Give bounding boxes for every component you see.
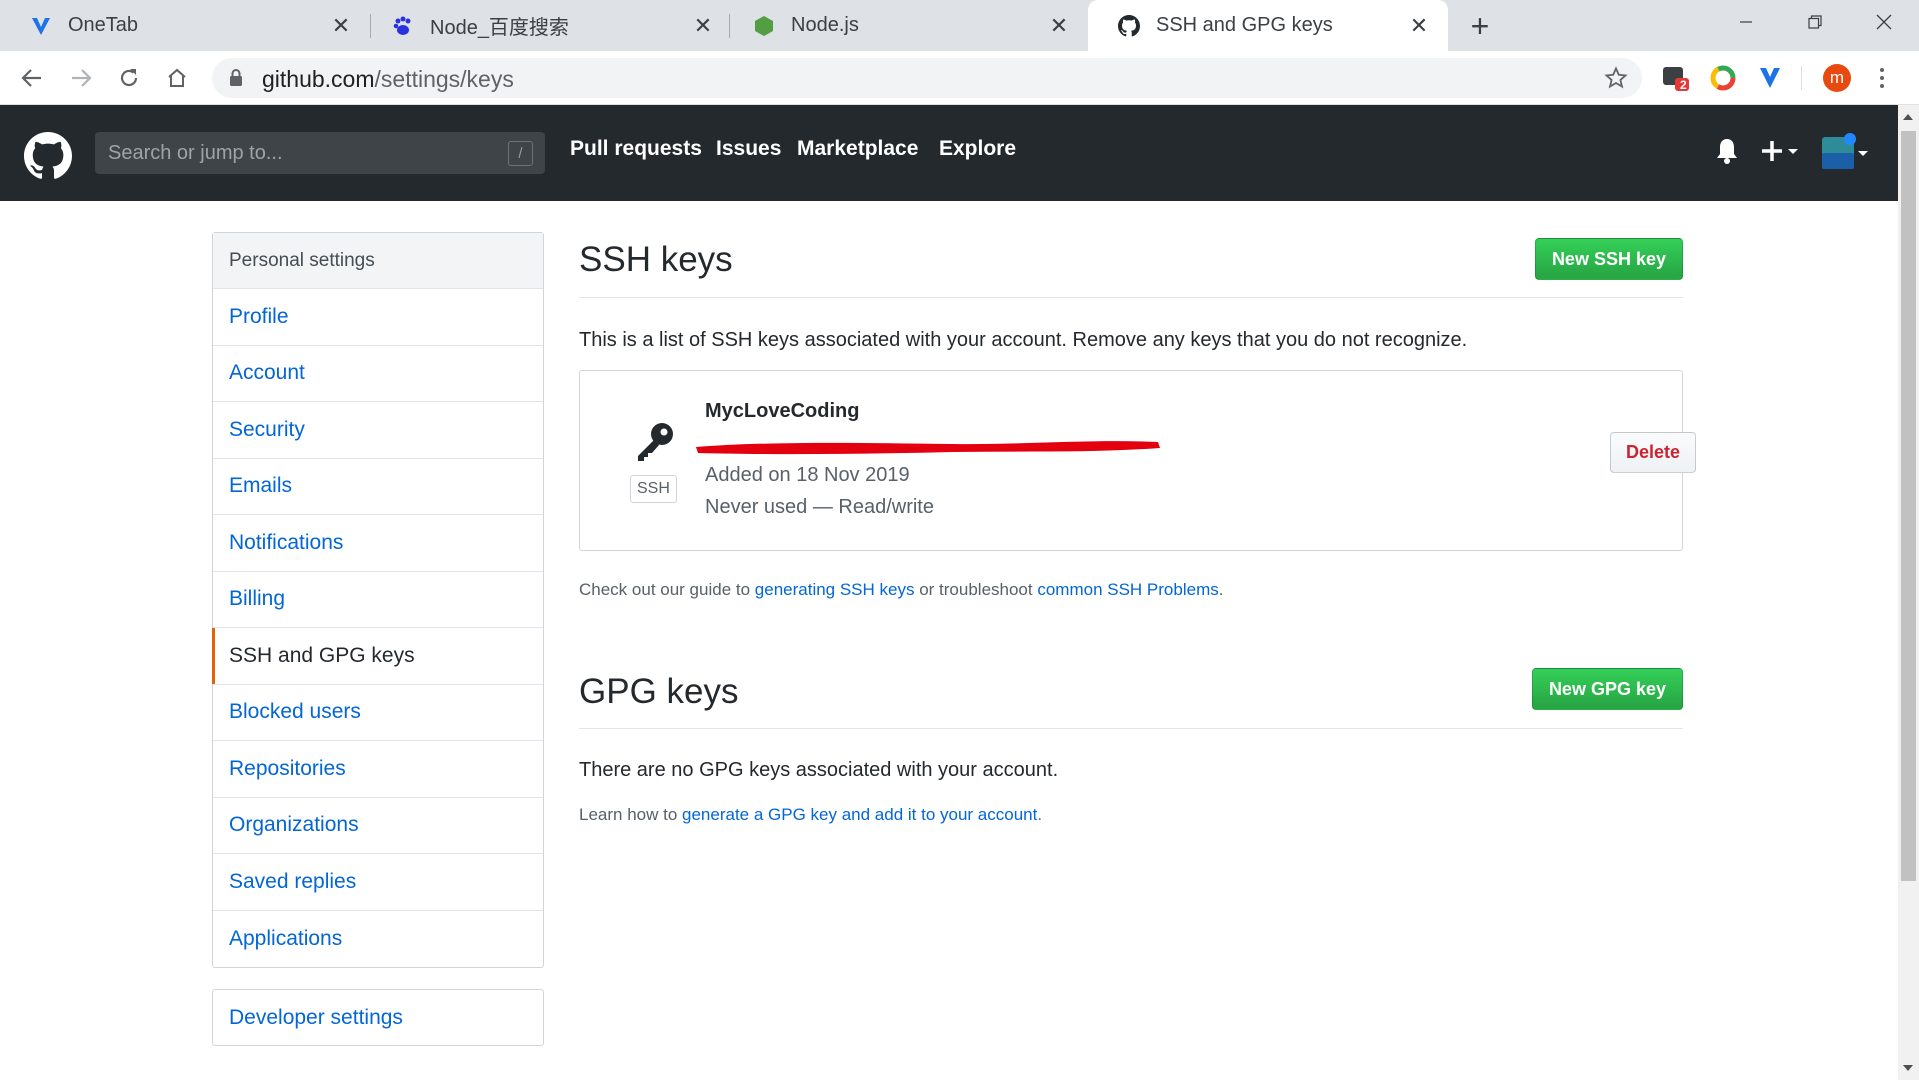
lock-icon: [228, 68, 244, 93]
ssh-keys-header: SSH keys New SSH key: [579, 232, 1683, 298]
bookmark-star-icon[interactable]: [1604, 66, 1628, 95]
create-new-plus-icon[interactable]: [1760, 133, 1802, 174]
gpg-keys-title: GPG keys: [579, 672, 739, 711]
browser-tab-strip: OneTab ✕ Node_百度搜索 ✕ Node.js ✕ SSH and G…: [0, 0, 1919, 51]
profile-initial: m: [1829, 68, 1845, 87]
sidebar-item-account[interactable]: Account: [213, 346, 543, 402]
sidebar-item-notifications[interactable]: Notifications: [213, 515, 543, 572]
tab-baidu[interactable]: Node_百度搜索 ✕: [362, 0, 732, 51]
forward-arrow-icon[interactable]: [64, 61, 98, 95]
generate-gpg-key-link[interactable]: generate a GPG key and add it to your ac…: [682, 805, 1037, 824]
window-close-icon[interactable]: [1850, 0, 1918, 44]
restore-icon[interactable]: [1781, 0, 1849, 44]
ssh-key-added-date: Added on 18 Nov 2019: [705, 464, 910, 486]
guide-middle: or troubleshoot: [914, 580, 1038, 599]
nav-pull-requests[interactable]: Pull requests: [570, 137, 702, 161]
tab-title: Node.js: [791, 14, 859, 36]
minimize-icon[interactable]: [1712, 0, 1780, 44]
baidu-paw-icon: [392, 15, 414, 37]
generating-ssh-keys-link[interactable]: generating SSH keys: [755, 580, 915, 599]
delete-ssh-key-button[interactable]: Delete: [1610, 432, 1696, 473]
profile-avatar[interactable]: m: [1823, 64, 1851, 92]
address-bar[interactable]: github.com/settings/keys: [212, 58, 1642, 98]
scroll-up-arrow-icon[interactable]: [1903, 114, 1913, 120]
back-arrow-icon[interactable]: [15, 61, 49, 95]
settings-sidebar: Personal settings Profile Account Securi…: [212, 232, 544, 968]
sidebar-item-billing[interactable]: Billing: [213, 572, 543, 628]
reload-icon[interactable]: [112, 61, 146, 95]
search-box: /: [95, 132, 545, 174]
tab-title: SSH and GPG keys: [1156, 14, 1333, 36]
sidebar-item-ssh-gpg-keys[interactable]: SSH and GPG keys: [212, 628, 543, 685]
gpg-learn-text: Learn how to generate a GPG key and add …: [579, 805, 1042, 825]
redacted-fingerprint-scribble: [692, 433, 1172, 468]
ssh-key-entry: SSH MycLoveCoding Added on 18 Nov 2019 N…: [579, 370, 1696, 551]
sidebar-item-applications[interactable]: Applications: [213, 911, 543, 968]
learn-suffix: .: [1037, 805, 1043, 824]
home-icon[interactable]: [160, 61, 194, 95]
toolbar-divider: [1801, 66, 1802, 90]
key-icon: [632, 421, 676, 468]
tab-onetab[interactable]: OneTab ✕: [0, 0, 370, 51]
sidebar-item-repositories[interactable]: Repositories: [213, 741, 543, 798]
scroll-down-arrow-icon[interactable]: [1903, 1065, 1913, 1071]
gpg-keys-empty-text: There are no GPG keys associated with yo…: [579, 759, 1059, 781]
close-icon[interactable]: ✕: [1044, 11, 1074, 41]
sidebar-item-developer-settings[interactable]: Developer settings: [212, 989, 544, 1046]
ssh-keys-description: This is a list of SSH keys associated wi…: [579, 329, 1468, 351]
guide-prefix: Check out our guide to: [579, 580, 755, 599]
extension-badge: 2: [1680, 78, 1687, 92]
github-octocat-icon: [1118, 14, 1140, 37]
url-text: github.com/settings/keys: [262, 66, 514, 93]
nav-marketplace[interactable]: Marketplace: [797, 137, 918, 161]
close-icon[interactable]: ✕: [688, 11, 718, 41]
sidebar-heading: Personal settings: [213, 233, 543, 289]
guide-suffix: .: [1218, 580, 1224, 599]
learn-prefix: Learn how to: [579, 805, 683, 824]
close-icon[interactable]: ✕: [326, 11, 356, 41]
nodejs-hexagon-icon: [753, 15, 775, 37]
nav-issues[interactable]: Issues: [716, 137, 781, 161]
new-tab-button[interactable]: +: [1462, 8, 1498, 44]
sidebar-item-saved-replies[interactable]: Saved replies: [213, 854, 543, 911]
new-gpg-key-button[interactable]: New GPG key: [1531, 668, 1683, 710]
extension-icon[interactable]: 2: [1661, 64, 1689, 92]
ssh-type-badge: SSH: [630, 475, 677, 503]
browser-menu-icon[interactable]: [1872, 64, 1892, 92]
sidebar-item-profile[interactable]: Profile: [213, 289, 543, 346]
url-host: github.com: [262, 66, 375, 92]
ssh-keys-title: SSH keys: [579, 240, 733, 279]
nav-explore[interactable]: Explore: [939, 137, 1016, 161]
sidebar-item-blocked-users[interactable]: Blocked users: [213, 685, 543, 741]
tab-ssh-gpg-keys[interactable]: SSH and GPG keys ✕: [1088, 0, 1448, 51]
ssh-key-title: MycLoveCoding: [705, 400, 860, 422]
tab-nodejs[interactable]: Node.js ✕: [723, 0, 1088, 51]
common-ssh-problems-link[interactable]: common SSH Problems: [1037, 580, 1218, 599]
new-ssh-key-button[interactable]: New SSH key: [1534, 238, 1683, 280]
search-shortcut-hint: /: [508, 141, 533, 166]
user-avatar-menu[interactable]: [1820, 133, 1872, 178]
github-header: / Pull requests Issues Marketplace Explo…: [0, 105, 1898, 201]
ssh-guide-text: Check out our guide to generating SSH ke…: [579, 580, 1223, 600]
onetab-icon: [30, 15, 52, 37]
scrollbar-thumb[interactable]: [1901, 131, 1916, 881]
url-path: /settings/keys: [374, 66, 514, 92]
chrome-ring-extension-icon[interactable]: [1709, 64, 1737, 92]
gpg-keys-header: GPG keys New GPG key: [579, 664, 1683, 729]
sidebar-item-security[interactable]: Security: [213, 402, 543, 459]
sidebar-item-organizations[interactable]: Organizations: [213, 798, 543, 854]
close-icon[interactable]: ✕: [1404, 11, 1434, 41]
ssh-key-usage: Never used — Read/write: [705, 496, 934, 518]
sidebar-item-emails[interactable]: Emails: [213, 459, 543, 515]
onetab-extension-icon[interactable]: [1756, 64, 1784, 92]
search-input[interactable]: [95, 132, 545, 174]
tab-title: OneTab: [68, 14, 139, 36]
bell-icon[interactable]: [1714, 133, 1740, 174]
browser-toolbar: github.com/settings/keys 2 m: [0, 51, 1919, 105]
github-logo-icon[interactable]: [24, 132, 72, 185]
tab-title: Node_百度搜索: [430, 17, 569, 39]
page-scrollbar[interactable]: [1898, 105, 1919, 1080]
